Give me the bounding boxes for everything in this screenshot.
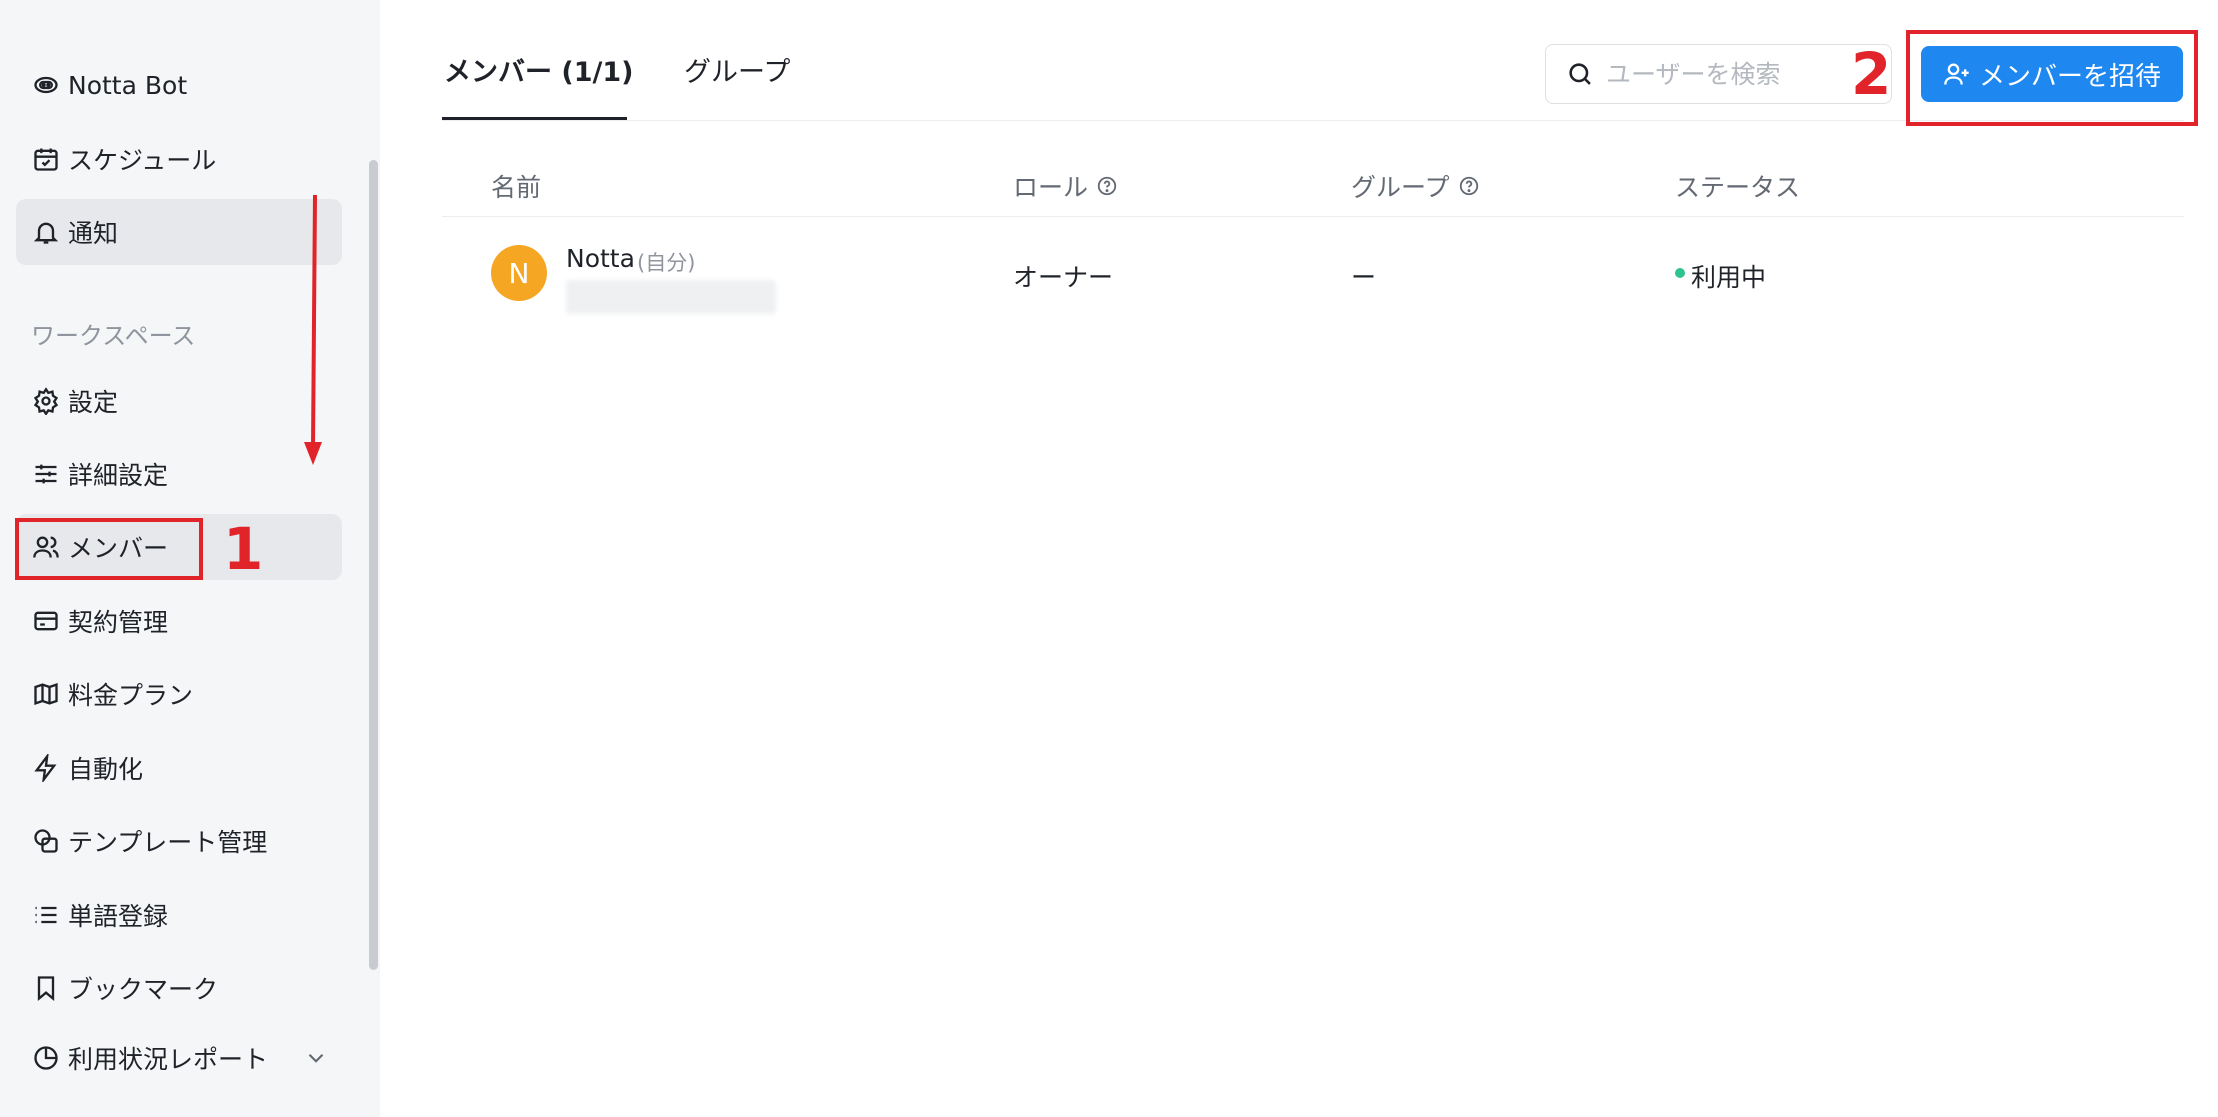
sidebar-item-automation[interactable]: 自動化 (16, 735, 342, 801)
calendar-icon (32, 145, 60, 173)
bell-icon (32, 218, 60, 246)
column-header-role: ロール (1013, 168, 1118, 204)
avatar: N (491, 245, 547, 301)
sidebar-item-label: Notta Bot (68, 70, 188, 100)
sidebar-item-schedule[interactable]: スケジュール (16, 126, 342, 192)
sidebar-item-pricing[interactable]: 料金プラン (16, 661, 342, 727)
bolt-icon (32, 754, 60, 782)
member-name: Notta (566, 244, 635, 273)
pie-chart-icon (32, 1044, 60, 1072)
workspace-section-label: ワークスペース (31, 322, 196, 350)
member-email-redacted (566, 280, 776, 314)
member-status: 利用中 (1691, 263, 1767, 292)
sidebar-item-contract[interactable]: 契約管理 (16, 588, 342, 654)
bot-icon (32, 71, 60, 99)
column-header-group: グループ (1351, 168, 1480, 204)
user-search-box[interactable] (1545, 44, 1892, 104)
member-role: オーナー (1013, 263, 1114, 292)
sidebar-item-templates[interactable]: テンプレート管理 (16, 808, 342, 874)
sidebar-item-bookmarks[interactable]: ブックマーク (16, 955, 342, 1021)
member-self-tag: (自分) (637, 251, 696, 275)
bookmark-icon (32, 974, 60, 1002)
annotation-arrow (304, 194, 322, 465)
sidebar-item-label: 詳細設定 (68, 461, 169, 490)
sidebar-item-label: テンプレート管理 (68, 828, 268, 857)
template-icon (32, 827, 60, 855)
sidebar-item-usage-report[interactable]: 利用状況レポート (16, 1025, 342, 1091)
column-header-status: ステータス (1675, 173, 1801, 202)
tab-groups[interactable]: グループ (684, 50, 790, 89)
search-icon (1569, 63, 1591, 85)
annotation-box-members (15, 518, 203, 580)
sidebar-item-label: 設定 (68, 388, 119, 417)
sidebar-item-label: 単語登録 (68, 902, 169, 931)
sidebar-item-label: 料金プラン (68, 681, 194, 710)
table-header-divider (442, 216, 2184, 217)
sidebar-item-label: ブックマーク (68, 975, 219, 1004)
sidebar-item-notta-bot[interactable]: Notta Bot (16, 52, 342, 118)
list-icon (32, 901, 60, 929)
sliders-icon (32, 460, 60, 488)
gear-icon (32, 387, 60, 415)
chevron-down-icon[interactable] (303, 1045, 329, 1071)
member-group: ー (1351, 263, 1377, 292)
sidebar-item-label: 通知 (68, 219, 119, 248)
card-icon (32, 607, 60, 635)
add-user-icon (1944, 63, 1969, 85)
sidebar-item-label: スケジュール (68, 146, 217, 175)
sidebar-item-label: 契約管理 (68, 608, 169, 637)
annotation-step-2: 2 (1851, 40, 1892, 108)
column-header-name: 名前 (491, 173, 542, 202)
help-icon[interactable] (1096, 175, 1118, 197)
user-search-input[interactable] (1606, 59, 1866, 89)
map-icon (32, 680, 60, 708)
sidebar-item-label: 利用状況レポート (68, 1045, 269, 1074)
sidebar-item-advanced-settings[interactable]: 詳細設定 (16, 441, 342, 507)
sidebar-item-vocabulary[interactable]: 単語登録 (16, 882, 342, 948)
help-icon[interactable] (1458, 175, 1480, 197)
annotation-step-1: 1 (223, 515, 264, 583)
sidebar-item-notifications[interactable]: 通知 (16, 199, 342, 265)
invite-member-button[interactable]: メンバーを招待 (1921, 46, 2183, 102)
sidebar-item-settings[interactable]: 設定 (16, 368, 342, 434)
invite-button-label: メンバーを招待 (1978, 60, 2161, 91)
tab-members[interactable]: メンバー (1/1) (444, 50, 634, 89)
status-dot (1675, 268, 1685, 278)
sidebar-scrollbar[interactable] (369, 160, 378, 970)
sidebar-item-label: 自動化 (68, 755, 144, 784)
